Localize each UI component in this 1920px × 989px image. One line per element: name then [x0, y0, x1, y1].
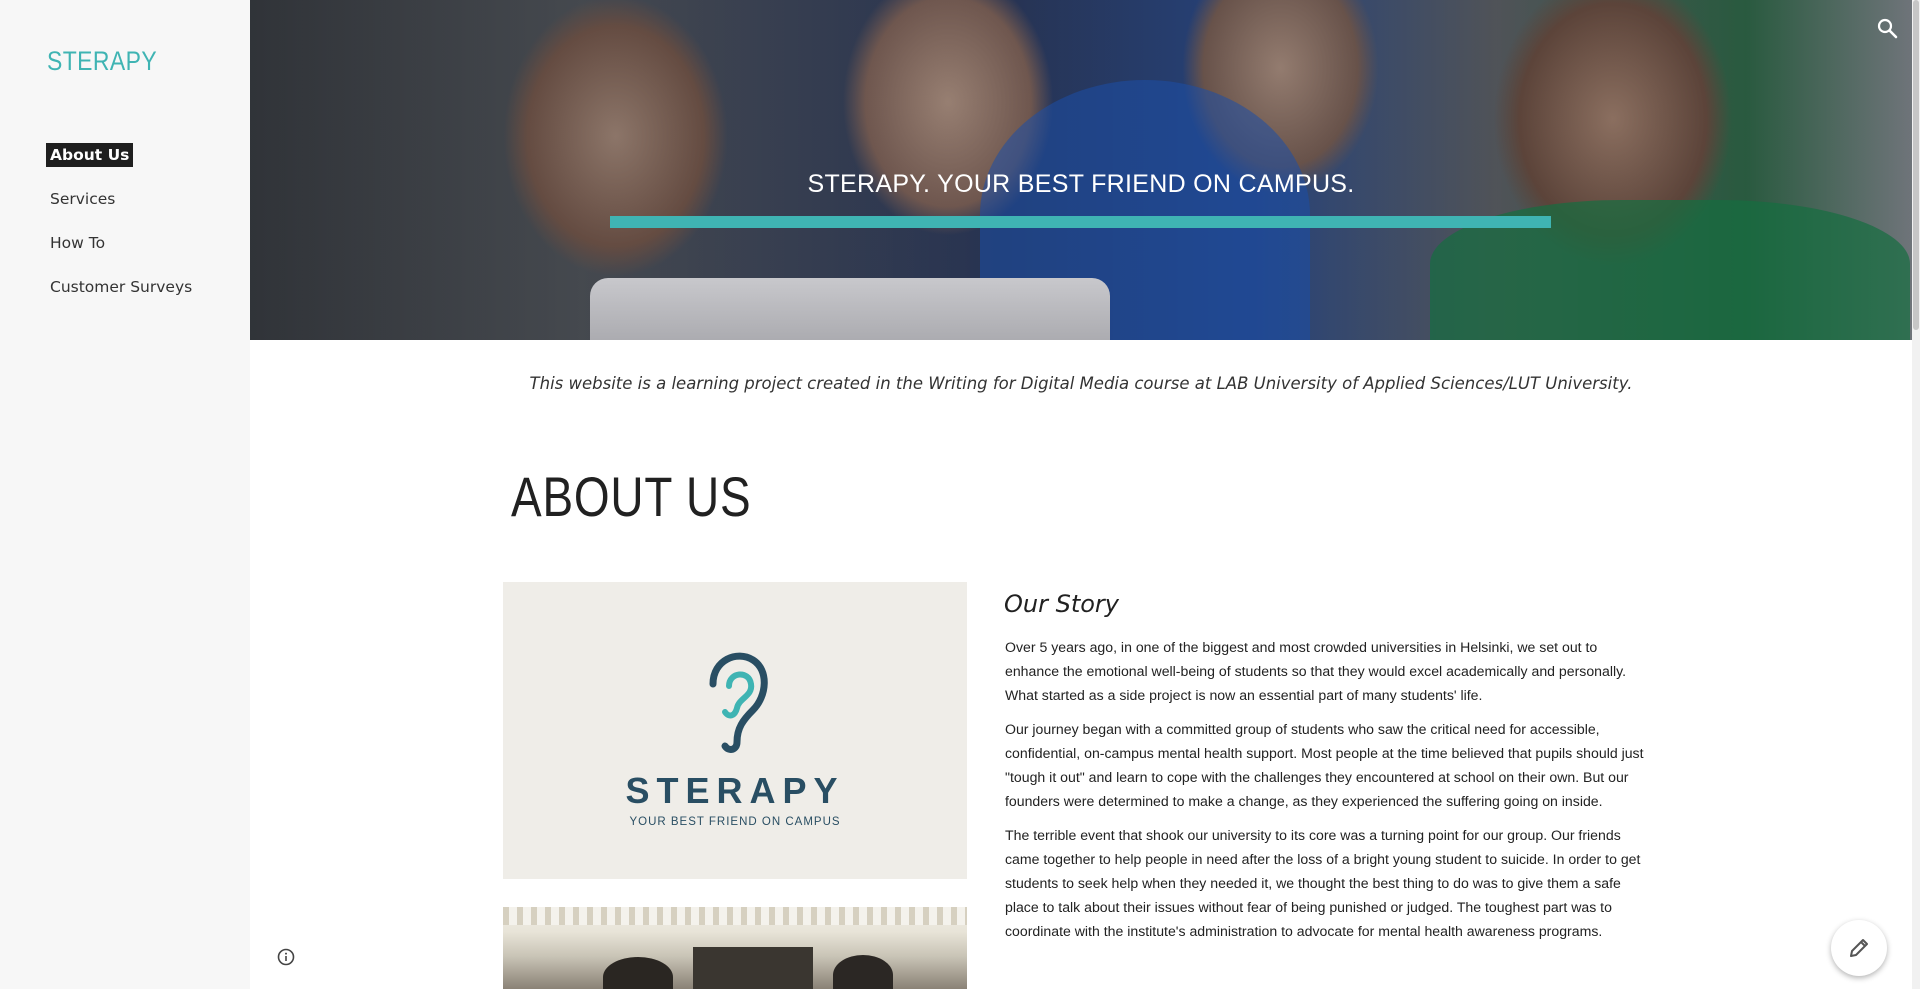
page-scrollbar[interactable]: [1912, 0, 1920, 989]
sidebar-item-label: Customer Surveys: [50, 278, 193, 296]
sidebar-item-how-to[interactable]: How To: [40, 231, 202, 275]
logo-tagline: YOUR BEST FRIEND ON CAMPUS: [629, 816, 841, 828]
sidebar-item-label: How To: [50, 234, 106, 252]
sidebar-item-label: About Us: [46, 143, 134, 167]
story-body: Over 5 years ago, in one of the biggest …: [1005, 635, 1655, 953]
sidebar-item-about-us[interactable]: About Us: [40, 143, 202, 187]
hero-title: STERAPY. YOUR BEST FRIEND ON CAMPUS.: [807, 170, 1355, 198]
disclaimer-text: This website is a learning project creat…: [529, 374, 1633, 393]
pencil-icon: [1850, 939, 1868, 957]
site-title[interactable]: STERAPY: [47, 46, 157, 77]
sidebar-item-label: Services: [50, 190, 116, 208]
hero-photo-laptop: [590, 278, 1110, 340]
story-paragraph: The terrible event that shook our univer…: [1005, 827, 1641, 939]
search-icon[interactable]: [1876, 17, 1898, 39]
sidebar-item-services[interactable]: Services: [40, 187, 202, 231]
page-title: ABOUT US: [511, 465, 752, 528]
photo-detail: [833, 955, 893, 989]
photo-detail: [603, 957, 673, 989]
scrollbar-thumb[interactable]: [1913, 0, 1919, 330]
edit-button[interactable]: [1831, 920, 1887, 976]
story-paragraph: Our journey began with a committed group…: [1005, 721, 1644, 809]
sidebar-item-customer-surveys[interactable]: Customer Surveys: [40, 275, 202, 319]
photo-detail: [693, 947, 813, 989]
sidebar: STERAPY About Us Services How To Custome…: [0, 0, 250, 989]
sterapy-logo-image: STERAPY YOUR BEST FRIEND ON CAMPUS: [503, 582, 967, 879]
story-heading: Our Story: [1004, 590, 1119, 618]
hero-accent-bar: [610, 216, 1551, 228]
ear-logo-icon: [709, 652, 768, 753]
logo-wordmark: STERAPY: [625, 770, 845, 811]
info-icon[interactable]: [277, 948, 295, 966]
story-paragraph: Over 5 years ago, in one of the biggest …: [1005, 639, 1627, 703]
office-photo: [503, 907, 967, 989]
photo-detail: [503, 907, 967, 925]
sidebar-nav: About Us Services How To Customer Survey…: [40, 143, 202, 319]
